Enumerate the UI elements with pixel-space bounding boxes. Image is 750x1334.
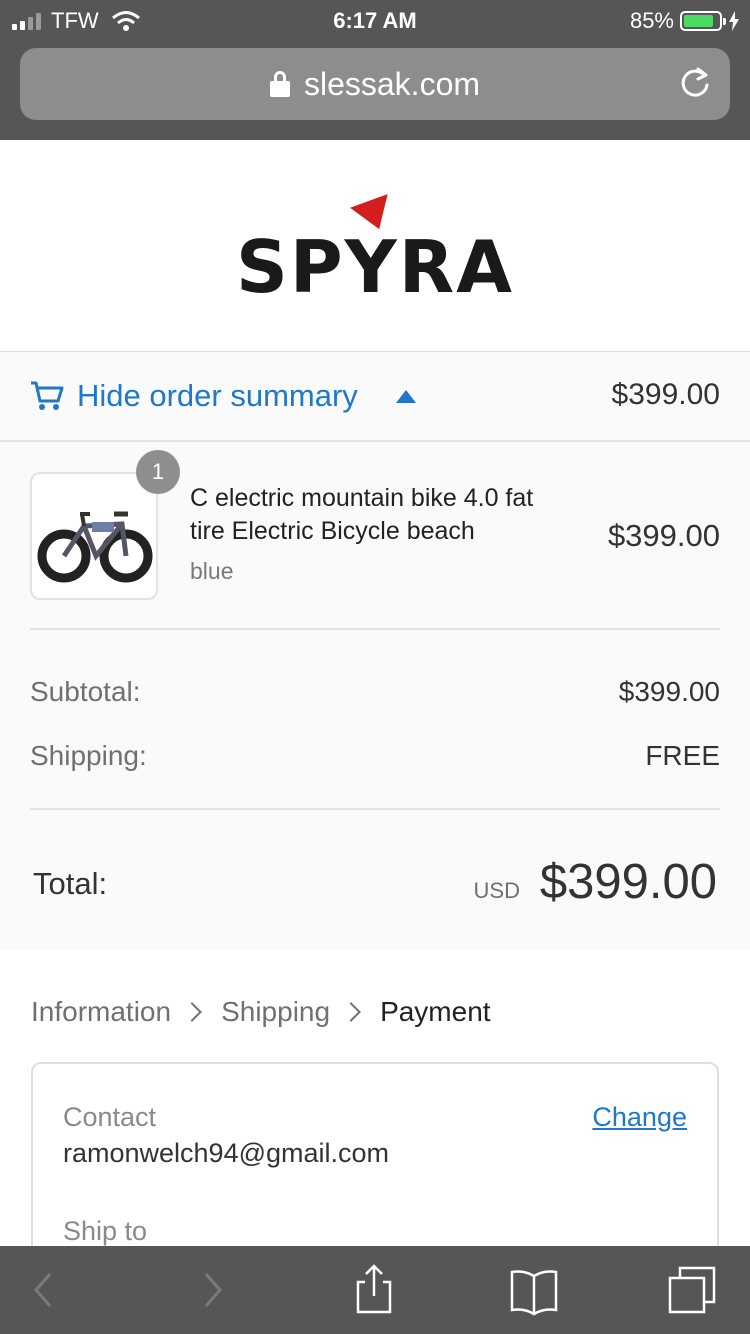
back-icon[interactable]: [18, 1264, 70, 1316]
charging-bolt-icon: [729, 11, 739, 31]
breadcrumb: Information Shipping Payment: [31, 996, 491, 1028]
total-value: $399.00: [539, 855, 717, 909]
address-bar[interactable]: slessak.com: [20, 48, 730, 120]
store-header: SPYRA: [0, 140, 750, 352]
subtotal-label: Subtotal:: [30, 676, 141, 707]
summary-total: $399.00: [611, 378, 720, 411]
contact-label: Contact: [63, 1102, 157, 1132]
shipping-label: Shipping:: [30, 740, 147, 771]
product-price: $399.00: [607, 518, 720, 553]
battery-percent: 85%: [629, 8, 674, 33]
quantity-badge: 1: [136, 450, 180, 494]
bookmarks-icon[interactable]: [508, 1264, 560, 1316]
cart-icon: [31, 381, 64, 410]
shipping-value: FREE: [645, 740, 720, 771]
status-right: 85%: [630, 8, 740, 34]
product-image: [30, 472, 158, 600]
breadcrumb-information[interactable]: Information: [31, 996, 171, 1028]
status-bar: TFW 6:17 AM 85%: [0, 0, 750, 40]
browser-toolbar: [0, 1246, 750, 1334]
contact-email: ramonwelch94@gmail.com: [63, 1138, 390, 1168]
share-icon[interactable]: [348, 1264, 400, 1316]
total-label: Total:: [33, 866, 108, 901]
order-summary-panel: 1 C electric mountain bike 4.0 fat tire …: [0, 442, 750, 950]
divider: [30, 628, 720, 630]
battery-icon: [680, 11, 726, 31]
chevron-right-icon: [182, 1002, 202, 1022]
product-name: C electric mountain bike 4.0 fat tire El…: [190, 484, 534, 545]
subtotal-value: $399.00: [618, 676, 720, 707]
order-summary-toggle[interactable]: Hide order summary $399.00: [0, 352, 750, 442]
lock-icon: [269, 71, 290, 97]
tabs-icon[interactable]: [666, 1264, 718, 1316]
forward-icon[interactable]: [186, 1264, 238, 1316]
change-contact-link[interactable]: Change: [592, 1102, 687, 1133]
caret-up-icon: [396, 390, 416, 403]
divider: [30, 808, 720, 810]
ship-to-label: Ship to: [63, 1216, 148, 1246]
url-text: slessak.com: [303, 65, 481, 102]
store-logo[interactable]: SPYRA: [0, 225, 750, 309]
chevron-right-icon: [341, 1002, 361, 1022]
breadcrumb-payment: Payment: [380, 996, 491, 1027]
breadcrumb-shipping[interactable]: Shipping: [221, 996, 330, 1028]
hide-order-summary-link[interactable]: Hide order summary: [77, 378, 358, 414]
browser-chrome-top: TFW 6:17 AM 85% slessak.com: [0, 0, 750, 140]
product-variant: blue: [190, 558, 234, 584]
bike-icon: [37, 511, 153, 583]
total-currency: USD: [473, 878, 520, 903]
reload-icon[interactable]: [678, 66, 712, 100]
